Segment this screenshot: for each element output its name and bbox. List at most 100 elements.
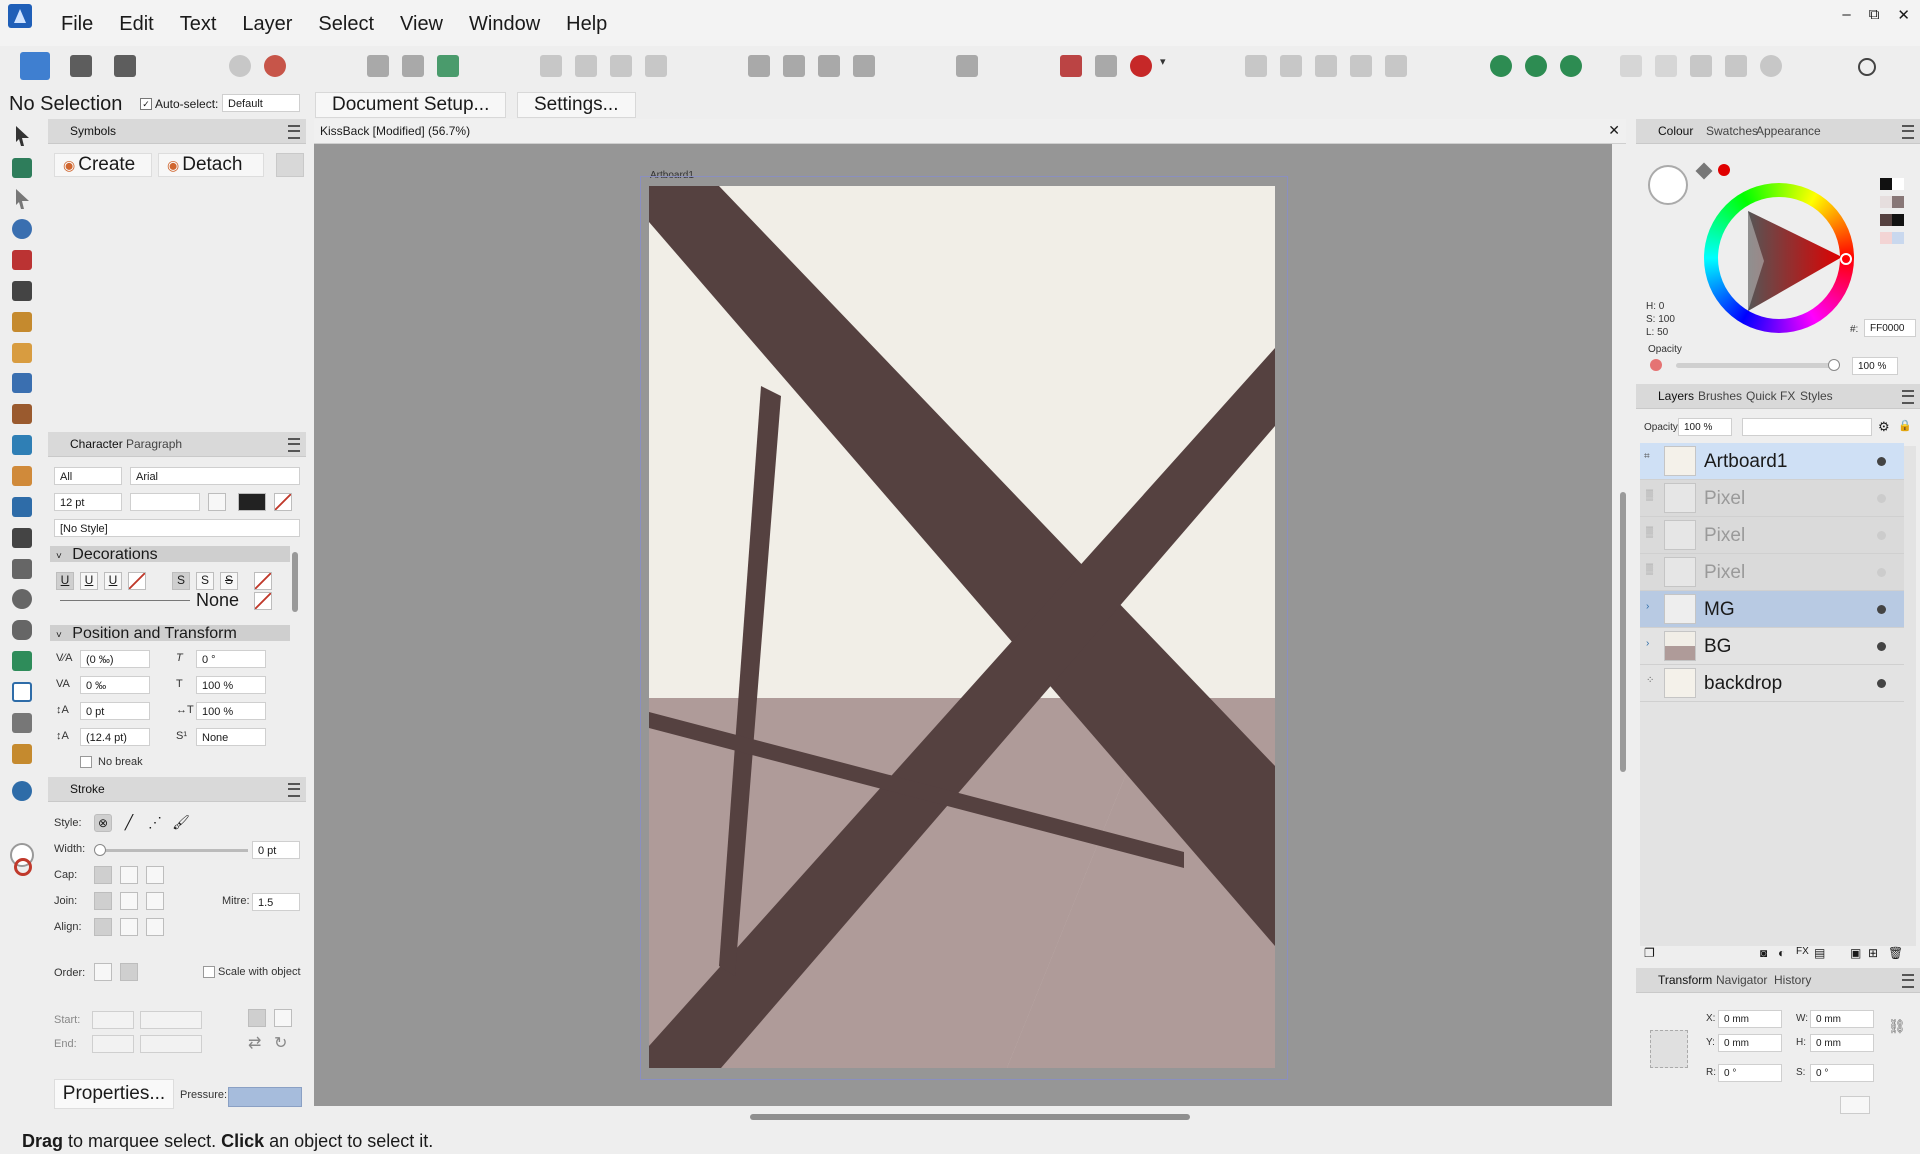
- adjustment-icon[interactable]: ◐: [1778, 946, 1785, 960]
- h-field[interactable]: 0 mm: [1810, 1034, 1874, 1052]
- pixel-persona-icon[interactable]: [70, 55, 92, 77]
- strikethrough-custom-icon[interactable]: S: [220, 572, 238, 590]
- visibility-dot-icon[interactable]: [1877, 642, 1886, 651]
- insert-behind-icon[interactable]: [1490, 55, 1512, 77]
- layer-opacity-field[interactable]: 100 %: [1678, 418, 1732, 436]
- scope-dropdown[interactable]: All: [54, 467, 122, 485]
- paint-brush-tool-icon[interactable]: [12, 404, 32, 424]
- opacity-slider[interactable]: [1676, 363, 1832, 368]
- skew-field[interactable]: 0 °: [196, 650, 266, 668]
- chevron-down-icon[interactable]: ▾: [1160, 55, 1172, 77]
- autoselect-checkbox[interactable]: ✓: [140, 98, 152, 110]
- dashed-line-icon[interactable]: ⋰: [146, 814, 164, 832]
- gradient-tool-icon[interactable]: [12, 435, 32, 455]
- place-image-tool-icon[interactable]: [12, 497, 32, 517]
- sync-symbols-icon[interactable]: [276, 153, 304, 177]
- arrow-end-icon[interactable]: [274, 1009, 292, 1027]
- artistic-text-tool-icon[interactable]: [12, 682, 32, 702]
- move-tool-icon[interactable]: [16, 126, 29, 146]
- detach-symbol-button[interactable]: ◉ Detach: [158, 153, 264, 177]
- visibility-dot-icon[interactable]: [1877, 494, 1886, 503]
- move-to-back-icon[interactable]: [540, 55, 562, 77]
- fx-icon[interactable]: FX: [1796, 946, 1809, 957]
- mask-icon[interactable]: ◙: [1760, 946, 1767, 960]
- zoom-tool-icon[interactable]: [12, 781, 32, 801]
- kerning-field[interactable]: (0 ‰): [80, 650, 150, 668]
- rotation-field[interactable]: 0 °: [1718, 1064, 1782, 1082]
- width-slider-handle[interactable]: [94, 844, 106, 856]
- miter-join-icon[interactable]: [94, 892, 112, 910]
- flip-horizontal-icon[interactable]: [748, 55, 770, 77]
- text-style-dropdown[interactable]: [No Style]: [54, 519, 300, 537]
- text-kerning-icon[interactable]: [208, 493, 226, 511]
- geometry-icon-3[interactable]: [1690, 55, 1712, 77]
- colour-menu-icon[interactable]: [1902, 125, 1914, 139]
- swatch-white[interactable]: [1892, 178, 1904, 190]
- menu-window[interactable]: Window: [456, 10, 553, 38]
- menu-text[interactable]: Text: [167, 10, 230, 38]
- end-arrow-dropdown[interactable]: [92, 1035, 134, 1053]
- position-transform-section-header[interactable]: ˅ Position and Transform: [50, 625, 290, 641]
- width-field[interactable]: 0 pt: [252, 841, 300, 859]
- scale-with-object-checkbox[interactable]: [203, 966, 215, 978]
- layer-row-bg[interactable]: › BG: [1640, 628, 1904, 665]
- colour-picker-icon[interactable]: [1695, 162, 1713, 180]
- delete-layer-icon[interactable]: 🗑: [1888, 946, 1903, 960]
- flip-vertical-icon[interactable]: [783, 55, 805, 77]
- tab-styles[interactable]: Styles: [1800, 389, 1833, 403]
- subtract-icon[interactable]: [1280, 55, 1302, 77]
- tracking-field[interactable]: 0 ‰: [80, 676, 150, 694]
- corner-tool-icon[interactable]: [12, 250, 32, 270]
- ellipse-tool-icon[interactable]: [12, 589, 32, 609]
- snapping-settings-icon[interactable]: [229, 55, 251, 77]
- menu-select[interactable]: Select: [305, 10, 387, 38]
- transform-menu-icon[interactable]: [1902, 974, 1914, 988]
- tab-swatches[interactable]: Swatches: [1706, 124, 1758, 138]
- fill-stroke-selector-icon[interactable]: [1648, 165, 1688, 205]
- end-arrow-size-dropdown[interactable]: [140, 1035, 202, 1053]
- decorations-section-header[interactable]: ˅ Decorations: [50, 546, 290, 562]
- measure-tool-icon[interactable]: [12, 744, 32, 764]
- stroke-behind-fill-icon[interactable]: [94, 963, 112, 981]
- tab-quick-fx[interactable]: Quick FX: [1746, 389, 1795, 403]
- settings-button[interactable]: Settings...: [517, 92, 636, 118]
- transform-origin-dropdown[interactable]: [1840, 1096, 1870, 1114]
- vertical-scale-field[interactable]: 100 %: [196, 676, 266, 694]
- horizontal-scrollbar-thumb[interactable]: [750, 1114, 1190, 1120]
- properties-button[interactable]: Properties...: [54, 1079, 174, 1109]
- menu-edit[interactable]: Edit: [106, 10, 166, 38]
- snapping-options-icon[interactable]: [1095, 55, 1117, 77]
- tab-symbols[interactable]: Symbols: [70, 124, 116, 138]
- divide-icon[interactable]: [1385, 55, 1407, 77]
- character-menu-icon[interactable]: [288, 438, 300, 452]
- close-document-icon[interactable]: ✕: [1608, 122, 1620, 139]
- font-family-dropdown[interactable]: Arial: [130, 467, 300, 485]
- rectangle-tool-icon[interactable]: [12, 559, 32, 579]
- swatch-black-2[interactable]: [1892, 214, 1904, 226]
- round-cap-icon[interactable]: [120, 866, 138, 884]
- bevel-join-icon[interactable]: [146, 892, 164, 910]
- create-symbol-button[interactable]: ◉ Create: [54, 153, 152, 177]
- link-proportions-icon[interactable]: ⛓: [1888, 1018, 1906, 1035]
- layer-row-mg[interactable]: › MG: [1640, 591, 1904, 628]
- move-back-one-icon[interactable]: [575, 55, 597, 77]
- tab-character[interactable]: Character: [70, 437, 123, 451]
- strikethrough-single-icon[interactable]: S: [172, 572, 190, 590]
- layer-row-artboard1[interactable]: ⌗ Artboard1: [1640, 443, 1904, 480]
- tab-appearance[interactable]: Appearance: [1756, 124, 1821, 138]
- swatch-mid[interactable]: [1892, 196, 1904, 208]
- alignment-icon[interactable]: [956, 55, 978, 77]
- blend-mode-dropdown[interactable]: [1742, 418, 1872, 436]
- underline-single-icon[interactable]: U: [56, 572, 74, 590]
- anchor-point-selector[interactable]: [1650, 1030, 1688, 1068]
- tab-history[interactable]: History: [1774, 973, 1811, 987]
- rounded-rectangle-tool-icon[interactable]: [12, 620, 32, 640]
- artboard-tool-icon[interactable]: [12, 158, 32, 178]
- point-transform-tool-icon[interactable]: [12, 219, 32, 239]
- export-persona-icon[interactable]: [114, 55, 136, 77]
- designer-persona-icon[interactable]: [20, 52, 50, 80]
- restore-icon[interactable]: ⧉: [1869, 6, 1880, 24]
- stroke-swatch-icon[interactable]: [14, 858, 32, 876]
- fill-tool-icon[interactable]: [12, 373, 32, 393]
- swatch-light[interactable]: [1880, 196, 1892, 208]
